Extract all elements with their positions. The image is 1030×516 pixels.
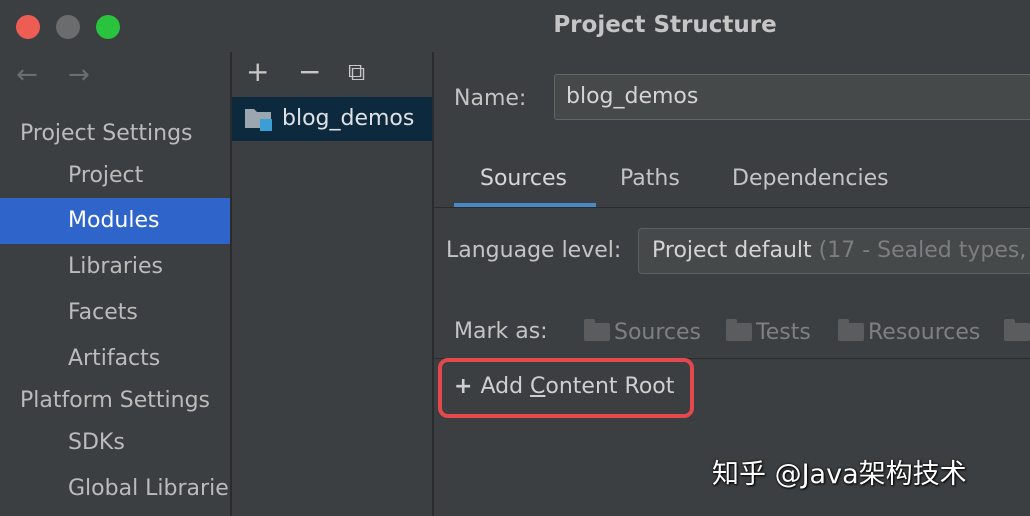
sidebar-item-modules[interactable]: Modules — [0, 198, 230, 244]
mark-sources-button[interactable]: Sources — [584, 319, 701, 345]
watermark: 知乎 @Java架构技术 — [712, 459, 967, 490]
name-label: Name: — [454, 86, 527, 111]
add-module-icon[interactable]: + — [246, 55, 269, 88]
folder-icon — [1004, 319, 1030, 341]
module-name: blog_demos — [282, 106, 415, 131]
tab-sources[interactable]: Sources — [480, 166, 567, 191]
window-title: Project Structure — [553, 12, 777, 38]
platform-settings-header: Platform Settings — [20, 388, 211, 413]
mark-tests-button[interactable]: Tests — [726, 319, 811, 345]
sidebar-item-project[interactable]: Project — [0, 153, 230, 199]
language-level-label: Language level: — [446, 238, 622, 263]
highlight-annotation — [438, 358, 694, 418]
resources-folder-icon — [838, 319, 864, 341]
mark-resources-button[interactable]: Resources — [838, 319, 980, 345]
back-arrow-icon[interactable]: ← — [16, 60, 38, 90]
sidebar-item-global-libraries[interactable]: Global Librarie — [0, 466, 230, 512]
sidebar-item-facets[interactable]: Facets — [0, 290, 230, 336]
tab-paths[interactable]: Paths — [620, 166, 680, 191]
tests-folder-icon — [726, 319, 752, 341]
sidebar-item-libraries[interactable]: Libraries — [0, 244, 230, 290]
copy-module-icon[interactable]: ⧉ — [348, 58, 365, 86]
sidebar-item-sdks[interactable]: SDKs — [0, 420, 230, 466]
remove-module-icon[interactable]: − — [298, 55, 321, 88]
project-settings-header: Project Settings — [20, 121, 193, 146]
module-folder-icon — [245, 109, 272, 131]
forward-arrow-icon[interactable]: → — [68, 60, 90, 90]
tab-divider — [434, 207, 1030, 208]
name-field-value: blog_demos — [566, 84, 699, 109]
sources-folder-icon — [584, 319, 610, 341]
language-level-value: Project default (17 - Sealed types, a — [652, 238, 1030, 263]
mark-as-label: Mark as: — [454, 319, 548, 344]
module-details-panel — [434, 52, 1030, 516]
tab-dependencies[interactable]: Dependencies — [732, 166, 889, 191]
mark-more-button[interactable] — [1004, 319, 1030, 345]
sidebar-item-artifacts[interactable]: Artifacts — [0, 336, 230, 382]
